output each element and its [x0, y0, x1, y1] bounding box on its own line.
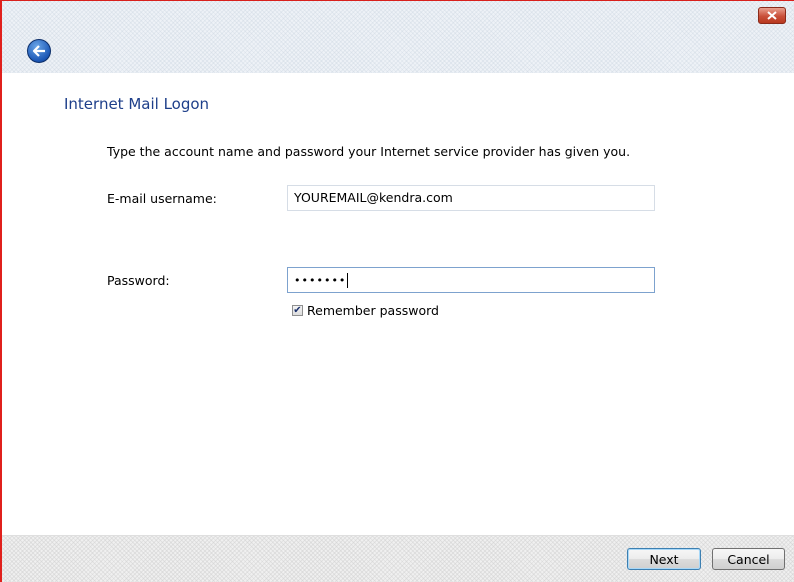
remember-password-option[interactable]: ✔ Remember password	[292, 303, 439, 318]
checkmark-icon: ✔	[293, 304, 302, 316]
button-bar: Next Cancel	[2, 535, 794, 582]
page-title: Internet Mail Logon	[64, 95, 210, 113]
instructions-text: Type the account name and password your …	[107, 144, 631, 159]
back-button[interactable]	[27, 39, 51, 63]
back-arrow-icon	[32, 45, 45, 57]
close-button[interactable]	[758, 7, 786, 24]
password-field[interactable]: •••••••	[287, 267, 655, 293]
username-label: E-mail username:	[107, 191, 217, 206]
wizard-content: Internet Mail Logon Type the account nam…	[2, 73, 794, 536]
close-icon	[767, 11, 777, 20]
remember-password-checkbox[interactable]: ✔	[292, 305, 303, 316]
email-username-value: YOUREMAIL@kendra.com	[294, 190, 453, 205]
text-caret	[347, 272, 349, 288]
email-username-field[interactable]: YOUREMAIL@kendra.com	[287, 185, 655, 211]
title-bar	[2, 1, 794, 73]
cancel-button[interactable]: Cancel	[712, 548, 785, 570]
remember-password-label: Remember password	[307, 303, 439, 318]
password-label: Password:	[107, 273, 170, 288]
wizard-window: Internet Mail Logon Type the account nam…	[0, 0, 794, 582]
password-mask: •••••••	[294, 273, 347, 287]
next-button[interactable]: Next	[627, 548, 701, 570]
